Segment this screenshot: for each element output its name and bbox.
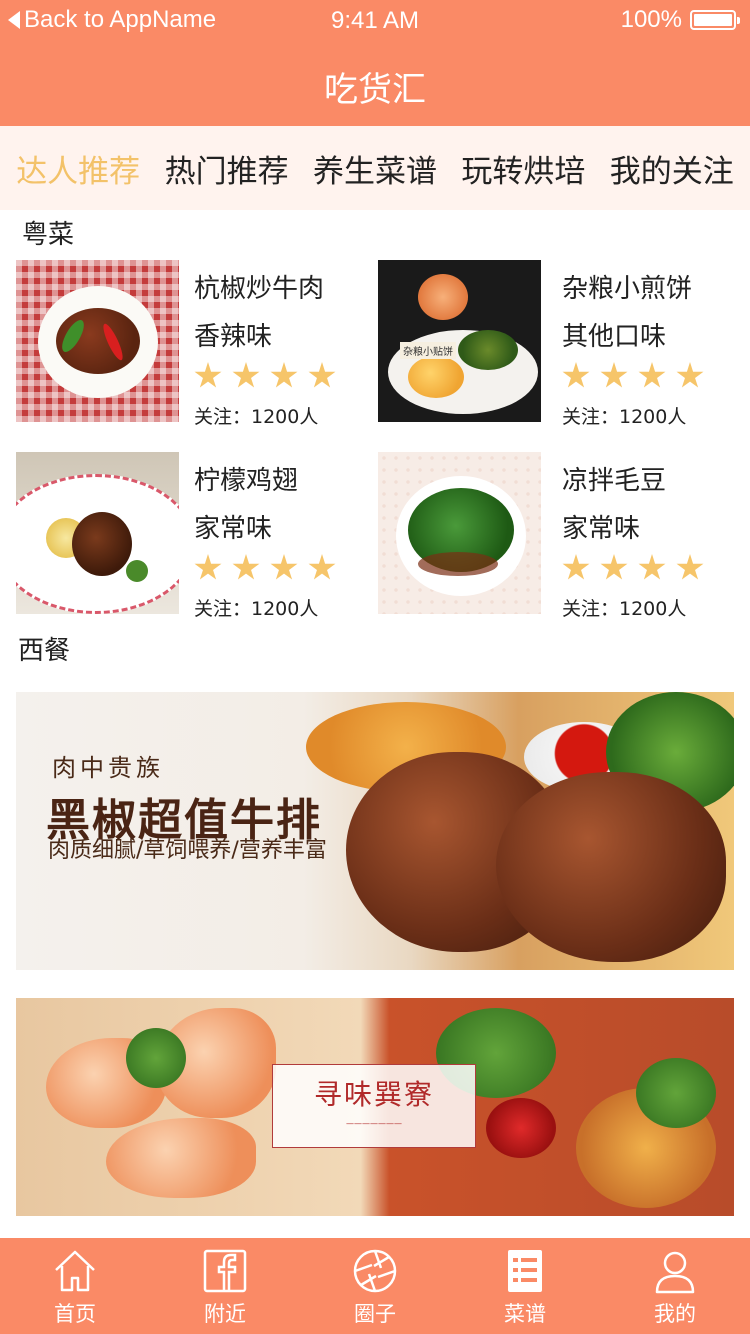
battery-icon bbox=[690, 10, 740, 30]
star-icon bbox=[308, 362, 336, 388]
battery-status: 100% bbox=[620, 6, 740, 34]
dish-card[interactable]: 杭椒炒牛肉 香辣味 关注：1200人 bbox=[16, 260, 361, 428]
dish-info: 柠檬鸡翅 家常味 关注：1200人 bbox=[194, 460, 374, 621]
tabbar-mine[interactable]: 我的 bbox=[620, 1238, 730, 1334]
rating-stars bbox=[194, 554, 374, 586]
category-tabs: 达人推荐 热门推荐 养生菜谱 玩转烘培 我的关注 bbox=[0, 126, 750, 210]
dish-card[interactable]: 杂粮小贴饼 杂粮小煎饼 其他口味 关注：1200人 bbox=[378, 260, 723, 428]
star-icon bbox=[600, 362, 628, 388]
page-title: 吃货汇 bbox=[324, 70, 426, 110]
banner-title-box: 寻味巽寮 ——————— bbox=[272, 1064, 476, 1148]
bottom-tab-bar: 首页 附近 圈子 菜谱 我的 bbox=[0, 1238, 750, 1334]
dish-name: 柠檬鸡翅 bbox=[194, 466, 299, 496]
facebook-icon bbox=[203, 1249, 247, 1293]
dish-flavor: 家常味 bbox=[562, 514, 641, 544]
recipe-list-icon bbox=[508, 1250, 542, 1292]
photo-caption: 杂粮小贴饼 bbox=[400, 342, 456, 359]
status-bar: Back to AppName 9:41 AM 100% bbox=[0, 0, 750, 40]
star-icon bbox=[638, 554, 666, 580]
star-icon bbox=[638, 362, 666, 388]
tab-hot-picks[interactable]: 热门推荐 bbox=[165, 146, 289, 191]
promo-banner-seafood[interactable]: 寻味巽寮 ——————— bbox=[16, 998, 734, 1216]
tab-baking[interactable]: 玩转烘培 bbox=[461, 146, 585, 191]
star-icon bbox=[562, 554, 590, 580]
star-icon bbox=[194, 554, 222, 580]
tabbar-label: 附近 bbox=[204, 1302, 246, 1326]
dish-card[interactable]: 凉拌毛豆 家常味 关注：1200人 bbox=[378, 452, 723, 620]
star-icon bbox=[562, 362, 590, 388]
banner-kicker: 肉中贵族 bbox=[52, 754, 164, 782]
tabbar-label: 菜谱 bbox=[504, 1302, 546, 1326]
star-icon bbox=[232, 554, 260, 580]
rating-stars bbox=[562, 554, 742, 586]
star-icon bbox=[232, 362, 260, 388]
tabbar-label: 首页 bbox=[54, 1302, 96, 1326]
tabbar-recipes[interactable]: 菜谱 bbox=[470, 1238, 580, 1334]
star-icon bbox=[308, 554, 336, 580]
aperture-icon bbox=[353, 1249, 397, 1293]
follow-count: 关注：1200人 bbox=[194, 598, 319, 620]
tabbar-nearby[interactable]: 附近 bbox=[170, 1238, 280, 1334]
follow-count: 关注：1200人 bbox=[562, 598, 687, 620]
dish-photo[interactable] bbox=[16, 452, 179, 614]
tab-health-recipes[interactable]: 养生菜谱 bbox=[313, 146, 437, 191]
dish-info: 杂粮小煎饼 其他口味 关注：1200人 bbox=[562, 268, 742, 429]
tabbar-label: 我的 bbox=[654, 1302, 696, 1326]
user-icon bbox=[655, 1251, 695, 1294]
dish-photo[interactable] bbox=[16, 260, 179, 422]
promo-banner-steak[interactable]: 肉中贵族 黑椒超值牛排 肉质细腻/草饲喂养/营养丰富 bbox=[16, 692, 734, 970]
star-icon bbox=[194, 362, 222, 388]
dish-info: 凉拌毛豆 家常味 关注：1200人 bbox=[562, 460, 742, 621]
battery-level bbox=[694, 14, 732, 26]
section-label-cantonese: 粤菜 bbox=[22, 220, 75, 250]
home-icon bbox=[55, 1250, 95, 1292]
dish-card[interactable]: 柠檬鸡翅 家常味 关注：1200人 bbox=[16, 452, 361, 620]
dish-flavor: 家常味 bbox=[194, 514, 273, 544]
dish-photo[interactable] bbox=[378, 452, 541, 614]
dish-flavor: 其他口味 bbox=[562, 322, 667, 352]
dish-photo[interactable]: 杂粮小贴饼 bbox=[378, 260, 541, 422]
app-header: Back to AppName 9:41 AM 100% 吃货汇 bbox=[0, 0, 750, 126]
tab-my-follows[interactable]: 我的关注 bbox=[610, 146, 734, 191]
rating-stars bbox=[562, 362, 742, 394]
dish-name: 杭椒炒牛肉 bbox=[194, 274, 325, 304]
dish-flavor: 香辣味 bbox=[194, 322, 273, 352]
star-icon bbox=[270, 554, 298, 580]
battery-percent: 100% bbox=[620, 6, 682, 33]
section-label-western: 西餐 bbox=[18, 636, 71, 666]
star-icon bbox=[270, 362, 298, 388]
banner-title: 寻味巽寮 bbox=[313, 1078, 434, 1111]
tab-expert-picks[interactable]: 达人推荐 bbox=[16, 146, 140, 191]
dish-info: 杭椒炒牛肉 香辣味 关注：1200人 bbox=[194, 268, 374, 429]
star-icon bbox=[676, 362, 704, 388]
rating-stars bbox=[194, 362, 374, 394]
tabbar-circle[interactable]: 圈子 bbox=[320, 1238, 430, 1334]
dish-name: 凉拌毛豆 bbox=[562, 466, 667, 496]
banner-subtitle: 肉质细腻/草饲喂养/营养丰富 bbox=[48, 838, 327, 863]
banner-decoration: ——————— bbox=[346, 1119, 402, 1128]
star-icon bbox=[676, 554, 704, 580]
tabbar-label: 圈子 bbox=[354, 1302, 396, 1326]
follow-count: 关注：1200人 bbox=[194, 406, 319, 428]
tabbar-home[interactable]: 首页 bbox=[20, 1238, 130, 1334]
star-icon bbox=[600, 554, 628, 580]
follow-count: 关注：1200人 bbox=[562, 406, 687, 428]
dish-name: 杂粮小煎饼 bbox=[562, 274, 693, 304]
